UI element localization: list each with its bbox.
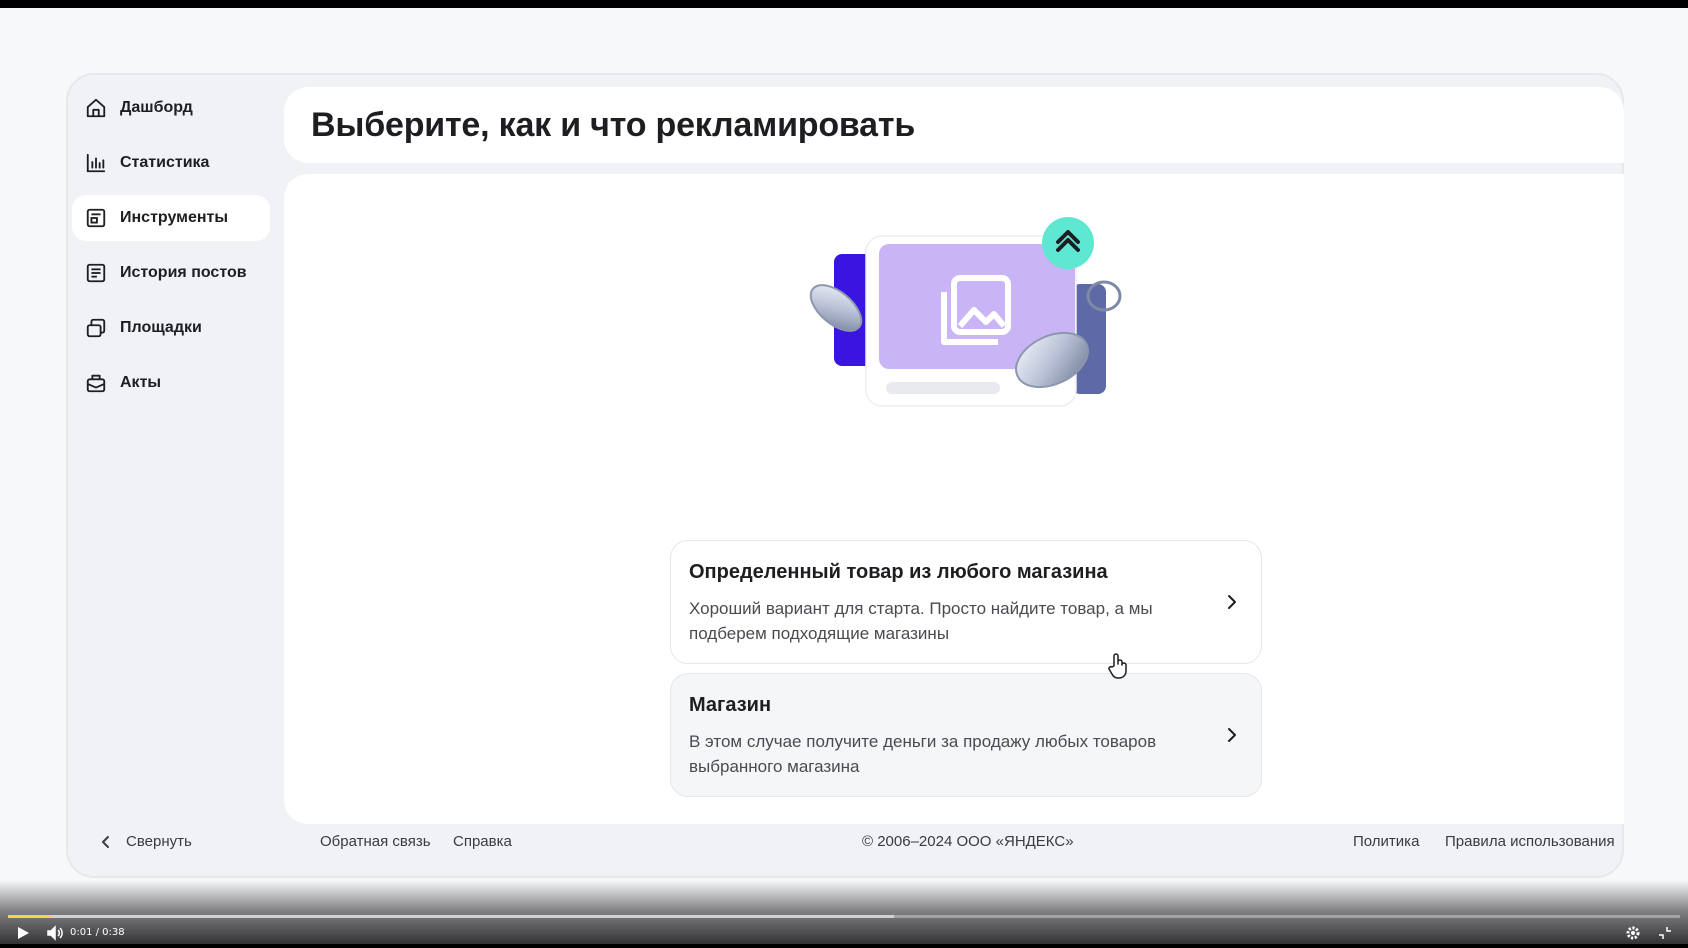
- video-buffer-bar: [8, 915, 895, 918]
- option-title: Определенный товар из любого магазина: [689, 561, 1108, 583]
- chevron-right-icon: [1228, 595, 1236, 609]
- sidebar-item-statistics[interactable]: Статистика: [72, 140, 270, 186]
- home-icon: [84, 96, 108, 120]
- sidebar-item-platforms[interactable]: Площадки: [72, 305, 270, 351]
- sidebar-item-dashboard[interactable]: Дашборд: [72, 85, 270, 131]
- sidebar-item-label: Дашборд: [120, 99, 193, 116]
- option-card-product[interactable]: Определенный товар из любого магазина Хо…: [670, 540, 1262, 664]
- acts-icon: [84, 371, 108, 395]
- volume-button[interactable]: [44, 922, 66, 944]
- video-progress-bar[interactable]: [8, 915, 1680, 918]
- hand-cursor-icon: [1108, 653, 1127, 679]
- footer: Обратная связь Справка © 2006–2024 ООО «…: [68, 833, 1626, 855]
- help-link[interactable]: Справка: [453, 833, 512, 850]
- promo-illustration: [809, 217, 1122, 407]
- option-card-store[interactable]: Магазин В этом случае получите деньги за…: [670, 673, 1262, 797]
- sidebar-item-label: Акты: [120, 374, 162, 391]
- bar-chart-icon: [84, 151, 108, 175]
- volume-icon: [47, 925, 63, 941]
- page-header: Выберите, как и что рекламировать: [284, 87, 1624, 163]
- platforms-icon: [84, 316, 108, 340]
- sidebar-item-tools[interactable]: Инструменты: [72, 195, 270, 241]
- tools-icon: [84, 206, 108, 230]
- chevron-right-icon: [1228, 728, 1236, 742]
- sidebar-item-label: Инструменты: [120, 209, 229, 226]
- posts-history-icon: [84, 261, 108, 285]
- option-description: Хороший вариант для старта. Просто найди…: [689, 599, 1153, 643]
- video-progress-fill: [8, 915, 52, 918]
- terms-link[interactable]: Правила использования: [1445, 833, 1615, 850]
- video-top-letterbox: [0, 0, 1688, 8]
- sidebar-item-posts-history[interactable]: История постов: [72, 250, 270, 296]
- sidebar: Дашборд Статистика Инструменты История п…: [72, 85, 270, 415]
- copyright-text: © 2006–2024 ООО «ЯНДЕКС»: [862, 833, 1074, 850]
- play-button[interactable]: [12, 922, 34, 944]
- play-icon: [18, 927, 29, 939]
- app-frame: Дашборд Статистика Инструменты История п…: [66, 73, 1624, 878]
- video-player-controls-overlay: [0, 880, 1688, 948]
- sidebar-item-acts[interactable]: Акты: [72, 360, 270, 406]
- sidebar-item-label: История постов: [120, 264, 247, 281]
- sidebar-item-label: Статистика: [120, 154, 210, 171]
- sidebar-item-label: Площадки: [120, 319, 202, 336]
- settings-button[interactable]: [1622, 922, 1644, 944]
- option-description: В этом случае получите деньги за продажу…: [689, 732, 1157, 776]
- policy-link[interactable]: Политика: [1353, 833, 1419, 850]
- exit-fullscreen-button[interactable]: [1654, 922, 1676, 944]
- main-content: Определенный товар из любого магазина Хо…: [284, 174, 1624, 824]
- option-title: Магазин: [689, 694, 772, 716]
- gear-icon: [1626, 926, 1640, 940]
- video-bottom-letterbox: [0, 944, 1688, 948]
- exit-fullscreen-icon: [1659, 927, 1671, 939]
- page-title: Выберите, как и что рекламировать: [311, 105, 916, 144]
- video-time-readout: 0:01 / 0:38: [70, 927, 125, 938]
- feedback-link[interactable]: Обратная связь: [320, 833, 431, 850]
